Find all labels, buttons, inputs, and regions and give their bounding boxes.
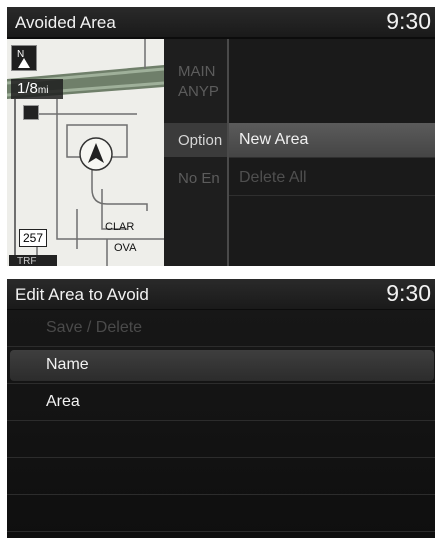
avoided-area-screen: Avoided Area 9:30 N 1/8mi CLAR OVA 257 T… xyxy=(7,7,435,266)
menu-item-option[interactable]: Option xyxy=(178,132,222,149)
main-menu-panel: MAIN ANYP Option No En xyxy=(164,39,227,266)
map-scale[interactable]: 1/8mi xyxy=(11,79,63,99)
scale-value: 1/8 xyxy=(17,80,38,97)
route-shield: 257 xyxy=(19,229,47,247)
screen-title: Avoided Area xyxy=(15,13,116,32)
screen-title: Edit Area to Avoid xyxy=(15,285,149,304)
empty-row xyxy=(7,458,435,495)
edit-menu-list: Save / Delete Name Area xyxy=(7,310,435,538)
traffic-label: TRF xyxy=(17,256,37,266)
street-label-ova: OVA xyxy=(114,242,137,254)
poi-icon xyxy=(23,105,39,120)
svg-text:N: N xyxy=(17,49,24,60)
new-area-button[interactable]: New Area xyxy=(229,123,435,157)
street-label-clar: CLAR xyxy=(105,221,135,233)
edit-area-screen: Edit Area to Avoid 9:30 Save / Delete Na… xyxy=(7,279,435,538)
map-view[interactable]: N 1/8mi CLAR OVA 257 TRF xyxy=(7,39,164,266)
row-divider xyxy=(229,195,435,196)
clock: 9:30 xyxy=(386,280,431,306)
submenu-panel: New Area Delete All xyxy=(229,39,435,266)
name-label: Name xyxy=(46,356,89,373)
area-label: Area xyxy=(46,393,80,410)
delete-all-label: Delete All xyxy=(239,169,307,186)
menu-item-main[interactable]: MAIN xyxy=(178,63,216,80)
name-button[interactable]: Name xyxy=(7,347,435,384)
traffic-icon[interactable]: TRF xyxy=(9,255,57,266)
new-area-label: New Area xyxy=(239,131,309,148)
scale-unit: mi xyxy=(37,85,49,96)
menu-item-no-en[interactable]: No En xyxy=(178,170,220,187)
empty-row xyxy=(7,495,435,532)
title-bar: Edit Area to Avoid 9:30 xyxy=(7,279,435,309)
title-bar: Avoided Area 9:30 xyxy=(7,7,435,37)
clock: 9:30 xyxy=(386,8,431,34)
save-delete-button[interactable]: Save / Delete xyxy=(7,310,435,347)
row-divider xyxy=(229,157,435,158)
delete-all-button[interactable]: Delete All xyxy=(229,161,435,195)
save-delete-label: Save / Delete xyxy=(46,319,143,336)
north-up-icon[interactable]: N xyxy=(11,45,37,71)
area-button[interactable]: Area xyxy=(7,384,435,421)
empty-row xyxy=(7,421,435,458)
menu-item-anyp[interactable]: ANYP xyxy=(178,83,219,100)
